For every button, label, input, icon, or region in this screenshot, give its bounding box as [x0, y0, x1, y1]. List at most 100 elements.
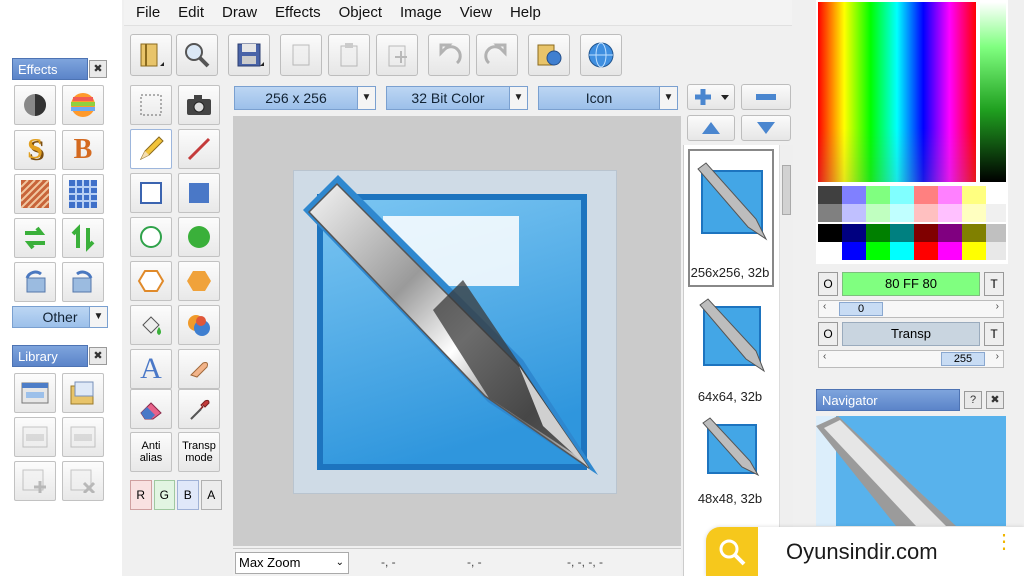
scrollbar-thumb[interactable] — [782, 165, 791, 215]
brightness-slider[interactable] — [980, 2, 1006, 182]
library-item-2[interactable] — [62, 373, 104, 413]
swatch-grid[interactable] — [818, 186, 1006, 262]
effects-other-dropdown[interactable]: Other ▼ — [12, 306, 108, 328]
transp-mode-toggle[interactable]: Transp mode — [178, 432, 220, 472]
globe-icon — [588, 42, 614, 68]
polygon-tool[interactable] — [130, 261, 172, 301]
navigator-preview[interactable] — [816, 416, 1006, 526]
filled-ellipse-tool[interactable] — [178, 217, 220, 257]
effect-shadow-button[interactable]: S — [14, 130, 56, 170]
menu-view[interactable]: View — [451, 4, 501, 21]
secondary-opaque-button[interactable]: O — [818, 322, 838, 346]
library-add-button[interactable] — [14, 461, 56, 501]
channel-a-button[interactable]: A — [200, 480, 222, 510]
add-icon — [695, 89, 729, 105]
hue-spectrum[interactable] — [818, 2, 976, 182]
alpha-value[interactable]: 255 — [941, 352, 985, 366]
library-item-1[interactable] — [14, 373, 56, 413]
color-picker-tool[interactable] — [178, 389, 220, 429]
pin-icon[interactable]: ✖ — [986, 391, 1004, 409]
pin-icon[interactable]: ✖ — [89, 347, 107, 365]
pen-icon-thumbnail[interactable] — [700, 417, 760, 477]
filled-rectangle-tool[interactable] — [178, 173, 220, 213]
channel-b-button[interactable]: B — [177, 480, 199, 510]
primary-color-swatch[interactable]: 80 FF 80 — [842, 272, 980, 296]
menu-effects[interactable]: Effects — [266, 4, 330, 21]
effect-bold-button[interactable]: B — [62, 130, 104, 170]
help-icon[interactable]: ? — [964, 391, 982, 409]
ellipse-tool[interactable] — [130, 217, 172, 257]
pen-icon-thumbnail[interactable] — [696, 297, 766, 373]
effect-mosaic-button[interactable] — [62, 174, 104, 214]
text-tool[interactable]: A — [130, 349, 172, 389]
menu-file[interactable]: File — [124, 4, 169, 21]
chevron-left-icon[interactable]: ‹ — [823, 351, 826, 362]
secondary-color-swatch[interactable]: Transp — [842, 322, 980, 346]
pin-icon[interactable]: ✖ — [89, 60, 107, 78]
rectangle-tool[interactable] — [130, 173, 172, 213]
add-format-button[interactable] — [687, 84, 735, 110]
web-button[interactable] — [580, 34, 622, 76]
effect-rainbow-button[interactable] — [62, 85, 104, 125]
open-button[interactable] — [130, 34, 172, 76]
thumbnail-label: 256x256, 32b — [690, 265, 770, 280]
smudge-tool[interactable] — [178, 349, 220, 389]
menu-object[interactable]: Object — [330, 4, 391, 21]
color-replace-tool[interactable] — [178, 305, 220, 345]
hexagon-filled-icon — [187, 271, 211, 291]
color-swatches[interactable] — [818, 186, 1006, 262]
channel-r-button[interactable]: R — [130, 480, 152, 510]
primary-opaque-button[interactable]: O — [818, 272, 838, 296]
chevron-down-icon: ▼ — [509, 87, 527, 109]
primary-alpha-slider[interactable]: ‹ 0 › — [818, 300, 1004, 318]
library-item-3[interactable] — [14, 417, 56, 457]
color-depth-dropdown[interactable]: 32 Bit Color ▼ — [386, 86, 528, 110]
remove-format-button[interactable] — [741, 84, 791, 110]
chevron-left-icon[interactable]: ‹ — [823, 301, 826, 312]
chevron-right-icon[interactable]: › — [996, 301, 999, 312]
zoom-button[interactable] — [176, 34, 218, 76]
copy-button[interactable] — [280, 34, 322, 76]
paste-button[interactable] — [328, 34, 370, 76]
menu-help[interactable]: Help — [501, 4, 550, 21]
size-value: 256 x 256 — [265, 90, 327, 106]
chevron-right-icon[interactable]: › — [996, 351, 999, 362]
channel-g-button[interactable]: G — [153, 480, 175, 510]
filled-polygon-tool[interactable] — [178, 261, 220, 301]
eraser-tool[interactable] — [130, 389, 172, 429]
redo-button[interactable] — [476, 34, 518, 76]
finger-icon — [190, 362, 208, 378]
copy-icon — [292, 44, 310, 66]
save-button[interactable] — [228, 34, 270, 76]
library-remove-button[interactable] — [62, 461, 104, 501]
zoom-dropdown[interactable]: Max Zoom ⌄ — [235, 552, 349, 574]
capture-tool[interactable] — [178, 85, 220, 125]
size-dropdown[interactable]: 256 x 256 ▼ — [234, 86, 376, 110]
paste-special-button[interactable] — [376, 34, 418, 76]
library-open-button[interactable] — [528, 34, 570, 76]
effect-rotate-right-button[interactable] — [62, 262, 104, 302]
menu-image[interactable]: Image — [391, 4, 451, 21]
effect-grayscale-button[interactable] — [14, 85, 56, 125]
pencil-tool[interactable] — [130, 129, 172, 169]
alpha-value[interactable]: 0 — [839, 302, 883, 316]
primary-transparent-button[interactable]: T — [984, 272, 1004, 296]
menu-draw[interactable]: Draw — [213, 4, 266, 21]
type-dropdown[interactable]: Icon ▼ — [538, 86, 678, 110]
secondary-transparent-button[interactable]: T — [984, 322, 1004, 346]
select-tool[interactable] — [130, 85, 172, 125]
move-up-button[interactable] — [687, 115, 735, 141]
effect-texture-button[interactable] — [14, 174, 56, 214]
move-down-button[interactable] — [741, 115, 791, 141]
library-item-4[interactable] — [62, 417, 104, 457]
line-tool[interactable] — [178, 129, 220, 169]
effect-rotate-left-button[interactable] — [14, 262, 56, 302]
thumbnail-scrollbar[interactable] — [779, 145, 793, 576]
menu-edit[interactable]: Edit — [169, 4, 213, 21]
anti-alias-toggle[interactable]: Anti alias — [130, 432, 172, 472]
secondary-alpha-slider[interactable]: ‹ 255 › — [818, 350, 1004, 368]
fill-tool[interactable] — [130, 305, 172, 345]
effect-flip-button[interactable] — [62, 218, 104, 258]
effect-swap-button[interactable] — [14, 218, 56, 258]
undo-button[interactable] — [428, 34, 470, 76]
